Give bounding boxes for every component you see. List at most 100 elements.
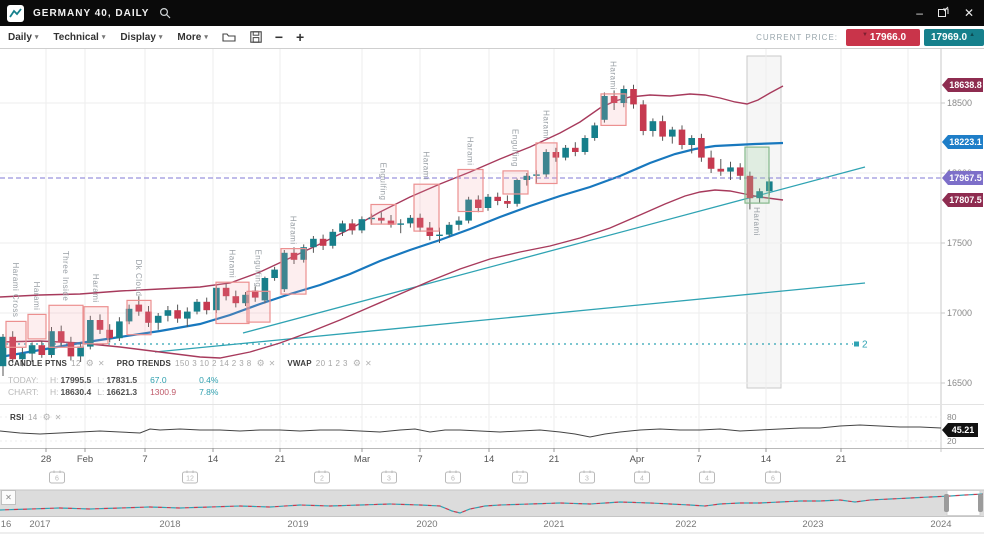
session-stats: TODAY:H:17995.5L:17831.567.00.4% CHART:H… xyxy=(8,375,235,398)
axis-label: 21 xyxy=(549,454,560,465)
pattern-box xyxy=(28,314,46,339)
gear-icon[interactable]: ⚙ xyxy=(86,358,94,369)
candle-body xyxy=(737,167,744,175)
close-icon[interactable]: ✕ xyxy=(55,413,62,422)
calendar-event-count: 12 xyxy=(186,476,194,483)
pattern-box xyxy=(601,94,626,126)
axis-label: 14 xyxy=(761,454,772,465)
close-icon[interactable]: ✕ xyxy=(98,359,105,368)
title-bar: GERMANY 40, DAILY – ✕ xyxy=(0,0,984,26)
app-logo-icon xyxy=(7,5,24,22)
axis-label: 14 xyxy=(484,454,495,465)
candle-body xyxy=(203,302,210,310)
pattern-box xyxy=(371,205,396,225)
candle-body xyxy=(562,148,569,158)
pattern-box xyxy=(745,147,769,203)
pattern-label: Harami xyxy=(91,274,100,303)
candle-body xyxy=(320,239,327,246)
candle-body xyxy=(446,225,453,235)
navigator-handle[interactable] xyxy=(978,494,983,512)
pattern-box xyxy=(247,291,270,322)
axis-label: 14 xyxy=(208,454,219,465)
navigator-year-label: 16 xyxy=(1,519,12,530)
candle-body xyxy=(436,235,443,236)
zoom-in-button[interactable]: + xyxy=(296,27,304,47)
axis-label: 21 xyxy=(836,454,847,465)
candle-body xyxy=(727,167,734,171)
today-stats-row: TODAY:H:17995.5L:17831.567.00.4% xyxy=(8,375,235,387)
gear-icon[interactable]: ⚙ xyxy=(353,358,361,369)
pattern-label: Harami xyxy=(609,61,618,90)
candle-body xyxy=(679,130,686,145)
bid-price-badge: ▼17966.0 xyxy=(846,29,920,46)
axis-label: Feb xyxy=(77,454,93,465)
calendar-event-count: 3 xyxy=(585,476,589,483)
menu-more[interactable]: More▾ xyxy=(177,32,207,43)
legend-vwap: VWAP 20 1 2 3 ⚙ ✕ xyxy=(287,358,371,369)
search-icon[interactable] xyxy=(159,7,171,19)
pattern-label: Harami xyxy=(752,207,761,236)
axis-label: 18500 xyxy=(947,98,972,108)
candle-body xyxy=(708,158,715,169)
current-price-label: CURRENT PRICE: xyxy=(756,33,838,42)
candle-body xyxy=(77,347,84,357)
close-button[interactable]: ✕ xyxy=(964,0,974,26)
price-badge-label: 17967.5 xyxy=(949,173,982,183)
pattern-box xyxy=(6,321,26,347)
window-title: GERMANY 40, DAILY xyxy=(33,8,149,19)
menu-timeframe[interactable]: Daily▾ xyxy=(8,32,38,43)
pattern-label: Engulfing xyxy=(379,163,388,201)
chart-window: 2Harami CrossHaramiThree InsideHaramiDk … xyxy=(0,0,984,538)
chevron-down-icon: ▾ xyxy=(102,33,106,41)
axis-label: Apr xyxy=(630,454,645,465)
candle-body xyxy=(659,121,666,136)
navigator-handle[interactable] xyxy=(944,494,949,512)
ask-price-badge: 17969.0▲ xyxy=(924,29,984,46)
candle-body xyxy=(630,89,637,104)
candle-body xyxy=(504,201,511,204)
calendar-event-count: 6 xyxy=(451,476,455,483)
pattern-box xyxy=(503,171,528,194)
navigator-year-label: 2022 xyxy=(675,519,696,530)
candle-body xyxy=(339,223,346,231)
axis-label: 7 xyxy=(142,454,147,465)
support-level-marker xyxy=(854,342,859,347)
candle-body xyxy=(349,223,356,230)
close-icon[interactable]: ✕ xyxy=(269,359,276,368)
menu-technical[interactable]: Technical▾ xyxy=(53,32,105,43)
candle-body xyxy=(650,121,657,131)
gear-icon[interactable]: ⚙ xyxy=(43,412,51,423)
toolbar: Daily▾ Technical▾ Display▾ More▾ − + CUR… xyxy=(0,26,984,49)
axis-label: 17000 xyxy=(947,308,972,318)
pattern-label: Harami xyxy=(542,110,551,139)
navigator-year-label: 2019 xyxy=(287,519,308,530)
popout-icon[interactable] xyxy=(938,0,949,26)
price-badge-label: 18638.8 xyxy=(949,80,982,90)
close-icon[interactable]: ✕ xyxy=(365,359,372,368)
candle-body xyxy=(591,125,598,138)
candle-body xyxy=(572,148,579,152)
candle-body xyxy=(310,239,317,247)
chevron-down-icon: ▾ xyxy=(35,33,39,41)
zoom-out-button[interactable]: − xyxy=(275,27,283,47)
candle-body xyxy=(0,337,6,366)
price-chart-canvas[interactable]: 2Harami CrossHaramiThree InsideHaramiDk … xyxy=(0,0,984,538)
price-badge-label: 45.21 xyxy=(952,425,975,435)
down-arrow-icon: ▼ xyxy=(862,32,868,38)
pattern-box xyxy=(458,170,483,212)
navigator-close-button[interactable]: ✕ xyxy=(1,490,16,505)
rsi-line xyxy=(0,425,941,437)
navigator-year-label: 2024 xyxy=(930,519,951,530)
navigator-track[interactable] xyxy=(0,490,984,516)
candle-body xyxy=(485,197,492,208)
save-icon[interactable] xyxy=(250,31,262,43)
candle-body xyxy=(494,197,501,201)
minimize-button[interactable]: – xyxy=(916,0,923,26)
menu-display[interactable]: Display▾ xyxy=(120,32,162,43)
gear-icon[interactable]: ⚙ xyxy=(257,358,265,369)
rsi-legend: RSI 14 ⚙ ✕ xyxy=(10,412,61,423)
axis-label: 7 xyxy=(417,454,422,465)
open-folder-icon[interactable] xyxy=(222,31,236,43)
candle-body xyxy=(174,310,181,318)
calendar-event-count: 3 xyxy=(387,476,391,483)
